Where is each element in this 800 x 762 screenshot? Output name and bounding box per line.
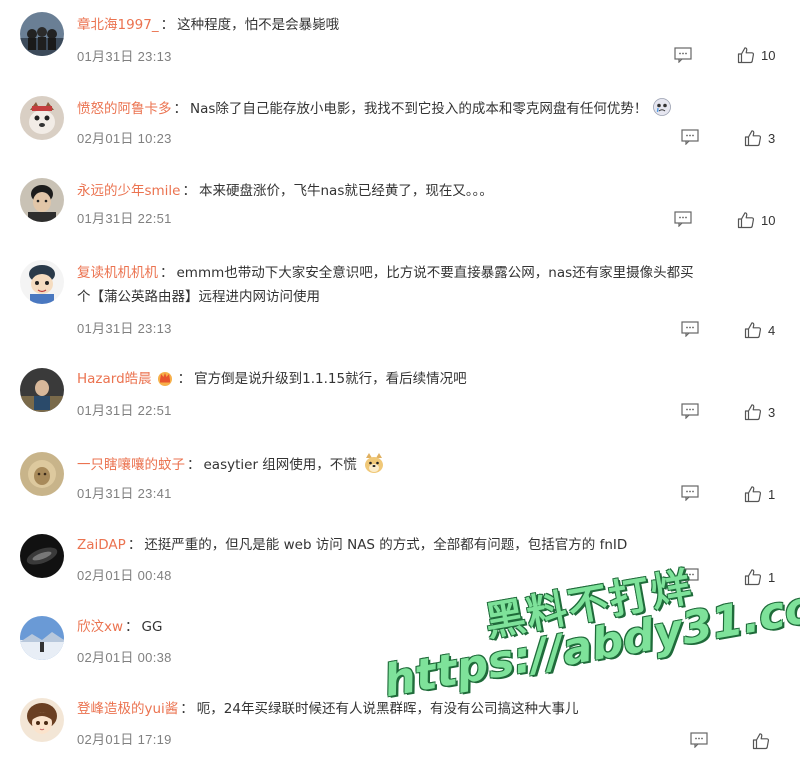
reply-icon[interactable] <box>674 47 692 63</box>
reply-icon[interactable] <box>690 732 708 748</box>
avatar[interactable] <box>20 96 64 140</box>
avatar[interactable] <box>20 368 64 412</box>
comment-text: 这种程度，怕不是会暴毙哦 <box>177 17 340 33</box>
doge-emoji <box>364 453 383 473</box>
like-count: 3 <box>768 404 776 420</box>
separator: ： <box>187 457 201 473</box>
separator: ： <box>180 701 194 717</box>
avatar[interactable] <box>20 698 64 742</box>
separator: ： <box>160 265 174 281</box>
comment-line: 章北海1997_：这种程度，怕不是会暴毙哦 <box>77 14 780 36</box>
username-link[interactable]: 章北海1997_ <box>77 17 159 33</box>
comment-time: 01月31日 23:13 <box>77 321 172 336</box>
avatar[interactable] <box>20 452 64 496</box>
reply-icon[interactable] <box>681 485 699 501</box>
reply-icon[interactable] <box>681 129 699 145</box>
avatar[interactable] <box>20 616 64 660</box>
comment-text: 还挺严重的，但凡是能 web 访问 NAS 的方式，全部都有问题，包括官方的 f… <box>144 537 628 553</box>
like-button[interactable]: 4 <box>744 321 775 339</box>
separator: ： <box>160 17 175 33</box>
username-link[interactable]: 一只瞎嚷嚷的蚊子 <box>77 457 185 473</box>
username-link[interactable]: 愤怒的阿鲁卡多 <box>77 101 172 117</box>
separator: ： <box>177 371 192 387</box>
comment-line: ZaiDAP：还挺严重的，但凡是能 web 访问 NAS 的方式，全部都有问题，… <box>77 534 780 556</box>
reply-icon[interactable] <box>681 568 699 584</box>
comment-time: 02月01日 17:19 <box>77 732 172 747</box>
like-count: 3 <box>768 130 776 146</box>
separator: ： <box>125 619 139 635</box>
comment-text: easytier 组网使用，不慌 <box>203 457 357 473</box>
username-link[interactable]: 复读机机机机 <box>77 265 158 281</box>
like-count: 10 <box>761 212 776 228</box>
thumbs-up-icon <box>744 404 762 421</box>
comment-text: GG <box>141 619 163 635</box>
thumbs-up-icon <box>744 486 762 503</box>
username-link[interactable]: 欣汶xw <box>77 619 123 635</box>
comment-time: 01月31日 23:41 <box>77 486 172 501</box>
comment-line: 永远的少年smile：本来硬盘涨价，飞牛nas就已经黄了，现在又。。。 <box>77 180 780 202</box>
avatar[interactable] <box>20 178 64 222</box>
comment-time: 01月31日 23:13 <box>77 49 172 64</box>
reply-icon[interactable] <box>681 321 699 337</box>
thumbs-up-icon <box>737 47 755 64</box>
thumbs-up-icon <box>744 130 762 147</box>
comment-time: 02月01日 00:38 <box>77 650 172 665</box>
separator: ： <box>182 183 197 199</box>
thumbs-up-icon <box>744 569 762 586</box>
thumbs-up-icon <box>737 212 755 229</box>
comment-line: 复读机机机机： emmm也带动下大家安全意识吧，比方说不要直接暴露公网，nas还有… <box>77 262 780 284</box>
thumbs-up-icon <box>752 733 770 750</box>
comment-text: 本来硬盘涨价，飞牛nas就已经黄了，现在又。。。 <box>199 183 493 199</box>
comment-text: 呃，24年买绿联时候还有人说黑群晖，有没有公司搞这种大事儿 <box>196 701 579 717</box>
comment-text: 官方倒是说升级到1.1.15就行，看后续情况吧 <box>194 371 467 387</box>
username-link[interactable]: Hazard皓晨 <box>77 371 152 387</box>
like-button[interactable]: 3 <box>744 129 775 147</box>
crown-badge-icon <box>157 372 172 386</box>
like-button[interactable] <box>752 732 770 750</box>
like-count: 1 <box>768 486 776 502</box>
separator: ： <box>173 101 188 117</box>
comment-line: 愤怒的阿鲁卡多： Nas除了自己能存放小电影，我找不到它投入的成本和零克网盘有任何… <box>77 98 780 120</box>
reply-icon[interactable] <box>681 403 699 419</box>
comment-time: 01月31日 22:51 <box>77 211 172 226</box>
thumbs-up-icon <box>744 322 762 339</box>
like-count: 10 <box>761 47 776 63</box>
comment-line: 欣汶xw： GG <box>77 616 780 638</box>
avatar[interactable] <box>20 260 64 304</box>
crying-face-emoji <box>653 98 672 116</box>
like-button[interactable]: 1 <box>744 568 775 586</box>
comment-time: 01月31日 22:51 <box>77 403 172 418</box>
reply-icon[interactable] <box>674 211 692 227</box>
like-count: 1 <box>768 569 776 585</box>
like-button[interactable]: 10 <box>737 46 775 64</box>
avatar[interactable] <box>20 12 64 56</box>
comment-text-continued: 个【蒲公英路由器】远程进内网访问使用 <box>77 289 320 305</box>
separator: ： <box>127 537 142 553</box>
like-button[interactable]: 1 <box>744 485 775 503</box>
username-link[interactable]: 登峰造极的yui酱 <box>77 701 178 717</box>
comment-text: Nas除了自己能存放小电影，我找不到它投入的成本和零克网盘有任何优势！ <box>190 101 648 117</box>
username-link[interactable]: ZaiDAP <box>77 537 126 553</box>
comment-line: 一只瞎嚷嚷的蚊子： easytier 组网使用，不慌 <box>77 452 780 476</box>
like-button[interactable]: 3 <box>744 403 775 421</box>
comment-line: Hazard皓晨 ：官方倒是说升级到1.1.15就行，看后续情况吧 <box>77 368 780 390</box>
like-count: 4 <box>768 322 776 338</box>
comment-text: emmm也带动下大家安全意识吧，比方说不要直接暴露公网，nas还有家里摄像头都买 <box>176 265 694 281</box>
watermark-url: https://abdy31.com <box>380 573 800 708</box>
like-button[interactable]: 10 <box>737 211 775 229</box>
avatar[interactable] <box>20 534 64 578</box>
comment-time: 02月01日 10:23 <box>77 131 172 146</box>
username-link[interactable]: 永远的少年smile <box>77 183 181 199</box>
comment-time: 02月01日 00:48 <box>77 568 172 583</box>
comment-line: 登峰造极的yui酱：呃，24年买绿联时候还有人说黑群晖，有没有公司搞这种大事儿 <box>77 698 780 720</box>
